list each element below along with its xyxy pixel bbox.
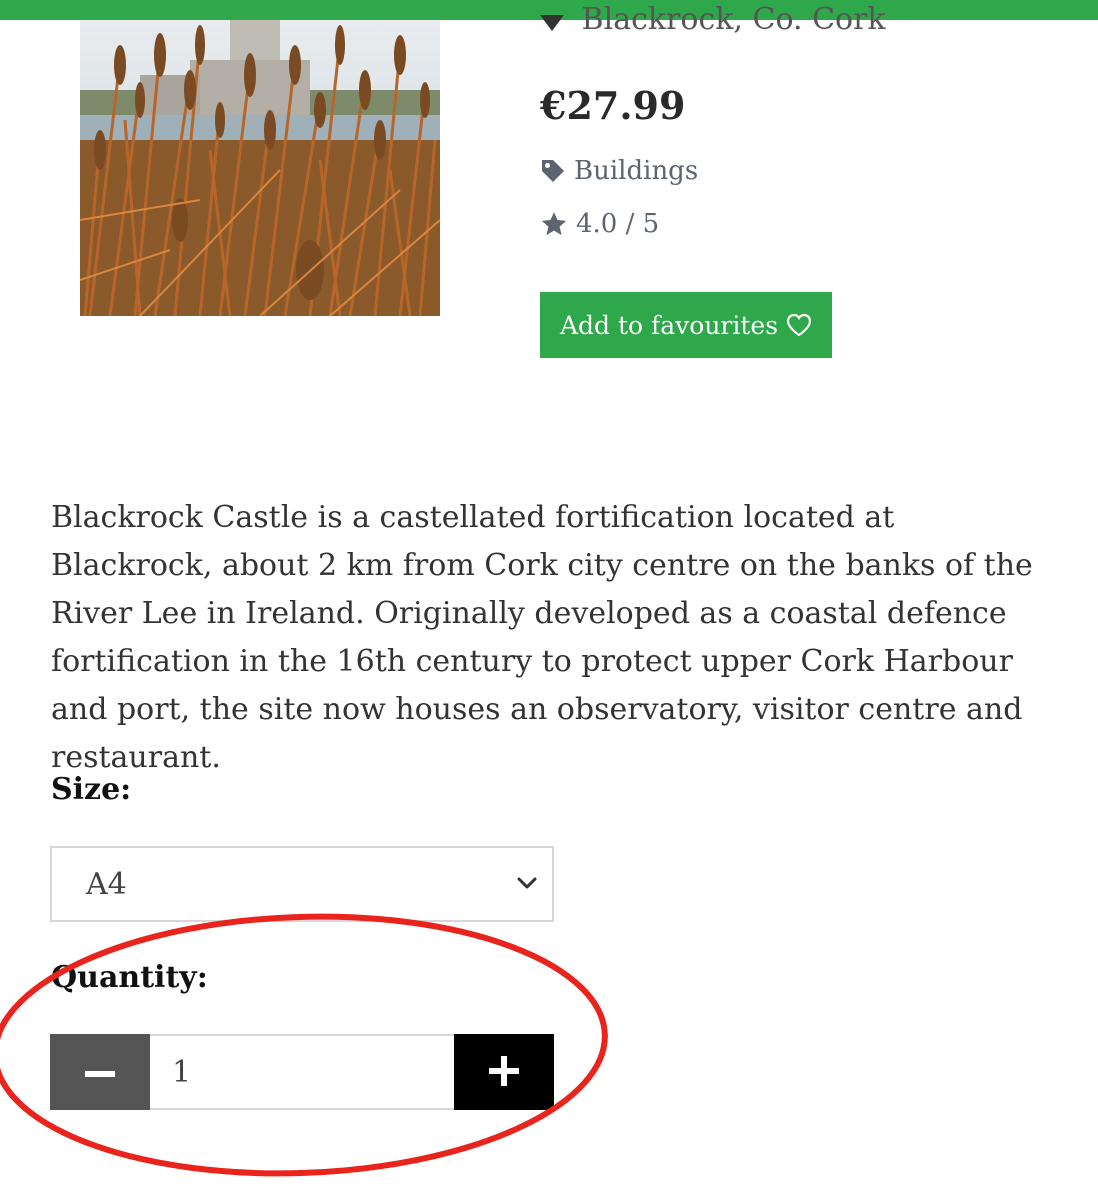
quantity-decrement-button[interactable] [50,1034,150,1110]
favourite-button-label: Add to favourites [559,310,779,340]
tag-icon [540,158,566,184]
size-selected-value: A4 [86,866,127,902]
chevron-down-icon [516,875,538,894]
quantity-label: Quantity: [51,960,208,995]
size-select[interactable]: A4 [50,846,554,922]
plus-icon [489,1055,519,1089]
product-description: Blackrock Castle is a castellated fortif… [51,500,1033,775]
product-price: €27.99 [540,83,686,128]
product-rating: 4.0 / 5 [540,206,659,242]
quantity-input[interactable] [150,1034,454,1110]
star-icon [540,210,568,238]
product-location: Blackrock, Co. Cork [540,0,1060,36]
minus-icon [85,1065,115,1080]
heart-outline-icon [786,313,812,337]
map-pin-icon [540,15,564,31]
quantity-increment-button[interactable] [454,1034,554,1110]
add-to-favourites-button[interactable]: Add to favourites [540,292,832,358]
product-image [80,20,440,316]
product-category: Buildings [540,154,698,188]
location-text: Blackrock, Co. Cork [581,2,886,36]
category-label[interactable]: Buildings [574,154,698,188]
product-page: Blackrock, Co. Cork €27.99 Buildings 4.0… [0,0,1098,1190]
size-label: Size: [51,772,132,807]
rating-text: 4.0 / 5 [576,209,660,239]
